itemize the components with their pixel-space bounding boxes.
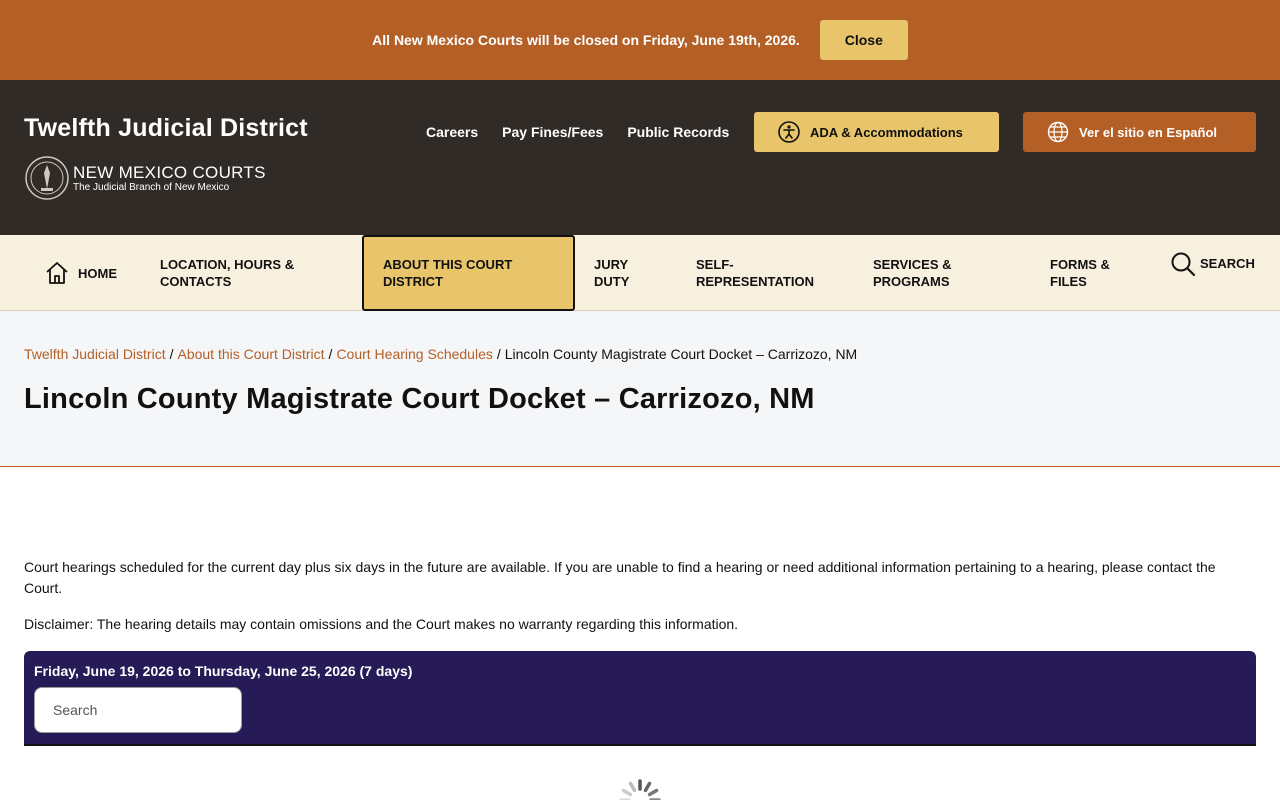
ada-label: ADA & Accommodations — [810, 124, 963, 140]
breadcrumb: Twelfth Judicial District / About this Cou… — [24, 346, 857, 362]
date-range-label: Friday, June 19, 2026 to Thursday, June … — [34, 663, 413, 679]
nav-services[interactable]: SERVICES & PROGRAMS — [873, 235, 993, 311]
breadcrumb-home-link[interactable]: Twelfth Judicial District — [24, 346, 166, 362]
loading-spinner-icon — [619, 779, 661, 800]
nav-search-label: SEARCH — [1200, 256, 1255, 271]
breadcrumb-separator: / — [496, 346, 501, 362]
breadcrumb-schedules-link[interactable]: Court Hearing Schedules — [336, 346, 492, 362]
alert-message: All New Mexico Courts will be closed on … — [372, 32, 800, 48]
disclaimer-text: Disclaimer: The hearing details may cont… — [24, 616, 739, 632]
nav-location[interactable]: LOCATION, HOURS & CONTACTS — [160, 235, 330, 311]
alert-banner: All New Mexico Courts will be closed on … — [0, 0, 1280, 80]
nav-self-representation[interactable]: SELF-REPRESENTATION — [696, 235, 836, 311]
spanish-label: Ver el sitio en Español — [1079, 124, 1217, 140]
brand-tagline: The Judicial Branch of New Mexico — [73, 181, 230, 193]
breadcrumb-about-link[interactable]: About this Court District — [177, 346, 324, 362]
site-header: Twelfth Judicial District NEW MEXICO COU… — [0, 80, 1280, 235]
public-records-link[interactable]: Public Records — [627, 124, 729, 140]
court-seal-icon — [25, 156, 69, 200]
home-icon — [46, 262, 68, 284]
search-icon — [1171, 252, 1196, 277]
nav-home[interactable]: HOME — [44, 235, 117, 311]
pay-fines-link[interactable]: Pay Fines/Fees — [502, 124, 603, 140]
docket-toolbar: Friday, June 19, 2026 to Thursday, June … — [24, 651, 1256, 746]
breadcrumb-separator: / — [328, 346, 333, 362]
site-title[interactable]: Twelfth Judicial District — [24, 114, 308, 143]
accessibility-icon — [778, 121, 800, 143]
nav-home-label: HOME — [78, 265, 117, 281]
ada-accommodations-button[interactable]: ADA & Accommodations — [754, 112, 999, 152]
main-content: Court hearings scheduled for the current… — [0, 467, 1280, 800]
nav-jury-duty[interactable]: JURY DUTY — [594, 235, 654, 311]
close-alert-button[interactable]: Close — [819, 20, 908, 60]
careers-link[interactable]: Careers — [426, 124, 478, 140]
docket-search-input[interactable] — [34, 687, 242, 733]
spanish-site-button[interactable]: Ver el sitio en Español — [1023, 112, 1256, 152]
brand-name: NEW MEXICO COURTS — [73, 162, 266, 182]
breadcrumb-separator: / — [169, 346, 174, 362]
nav-search[interactable]: SEARCH — [1170, 235, 1255, 311]
nav-about[interactable]: ABOUT THIS COURT DISTRICT — [362, 235, 575, 311]
page-title: Lincoln County Magistrate Court Docket –… — [24, 383, 815, 415]
nav-forms[interactable]: FORMS & FILES — [1050, 235, 1140, 311]
page-header: Twelfth Judicial District / About this Cou… — [0, 311, 1280, 467]
nm-courts-logo[interactable]: NEW MEXICO COURTS The Judicial Branch of… — [24, 155, 266, 201]
breadcrumb-current: Lincoln County Magistrate Court Docket –… — [504, 346, 858, 362]
globe-icon — [1047, 121, 1069, 143]
utility-links: Careers Pay Fines/Fees Public Records — [426, 124, 729, 140]
main-nav: HOME LOCATION, HOURS & CONTACTS ABOUT TH… — [0, 235, 1280, 311]
intro-text: Court hearings scheduled for the current… — [24, 559, 1216, 596]
